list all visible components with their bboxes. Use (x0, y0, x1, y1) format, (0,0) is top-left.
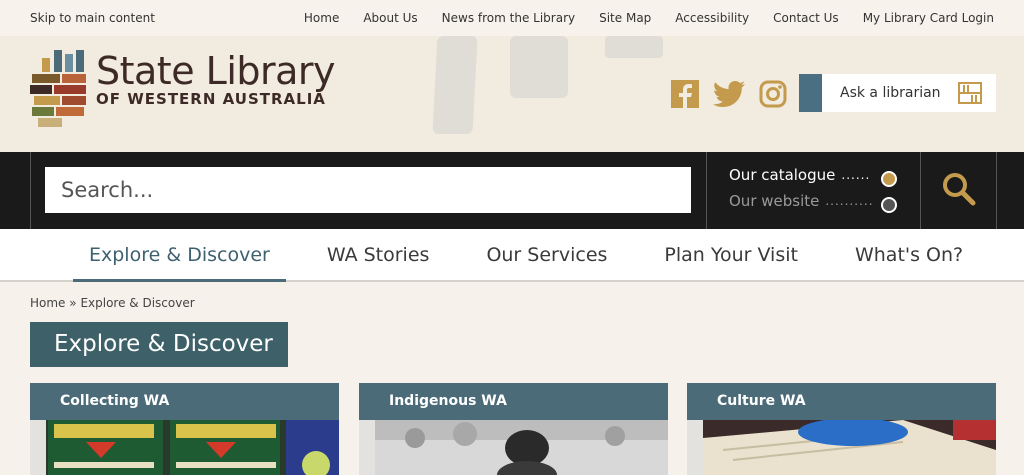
card-title: Collecting WA (46, 383, 339, 420)
divider (996, 152, 997, 229)
nav-whats-on[interactable]: What's On? (839, 229, 979, 282)
search-icon (942, 172, 976, 210)
card-image-photo (375, 420, 668, 475)
social-links (671, 80, 787, 108)
utility-link-login[interactable]: My Library Card Login (863, 11, 994, 25)
nav-our-services[interactable]: Our Services (470, 229, 623, 282)
logo-text: State Library OF WESTERN AUSTRALIA (96, 49, 336, 108)
search-button[interactable] (922, 152, 996, 229)
card-indigenous-wa[interactable]: Indigenous WA (359, 383, 668, 475)
breadcrumb: Home » Explore & Discover (30, 296, 195, 310)
divider (706, 152, 707, 229)
utility-nav: Home About Us News from the Library Site… (280, 11, 994, 25)
page-title: Explore & Discover (30, 322, 288, 367)
breadcrumb-separator: » (69, 296, 77, 310)
logo-subtitle: OF WESTERN AUSTRALIA (96, 90, 326, 108)
divider (30, 152, 31, 229)
card-collecting-wa[interactable]: Collecting WA (30, 383, 339, 475)
scope-website[interactable]: Our website .......... (729, 192, 874, 210)
background-decoration (432, 36, 478, 134)
scope-dots: ...... (841, 168, 871, 182)
ask-accent-bar (799, 74, 822, 112)
scope-website-radio[interactable] (881, 197, 897, 213)
ask-librarian-label: Ask a librarian (840, 85, 941, 101)
card-title: Indigenous WA (375, 383, 668, 420)
skip-link[interactable]: Skip to main content (30, 11, 155, 25)
scope-dots: .......... (825, 194, 874, 208)
background-decoration (605, 36, 663, 58)
search-band: Our catalogue ...... Our website .......… (0, 152, 1024, 229)
card-title: Culture WA (703, 383, 996, 420)
card-accent (687, 383, 703, 420)
ask-librarian-button[interactable]: Ask a librarian (799, 74, 996, 112)
card-accent (30, 383, 46, 420)
card-image-book (703, 418, 996, 475)
utility-link-home[interactable]: Home (304, 11, 339, 25)
twitter-icon[interactable] (713, 80, 745, 108)
site-logo[interactable]: State Library OF WESTERN AUSTRALIA (30, 49, 336, 134)
nav-explore-discover[interactable]: Explore & Discover (73, 229, 286, 282)
bookshelf-icon (958, 82, 982, 104)
utility-link-contact[interactable]: Contact Us (773, 11, 839, 25)
scope-catalogue[interactable]: Our catalogue ...... (729, 166, 870, 184)
logo-mark-icon (30, 50, 88, 134)
scope-catalogue-radio[interactable] (881, 171, 897, 187)
utility-link-about[interactable]: About Us (363, 11, 417, 25)
background-decoration (510, 36, 568, 98)
site-header: State Library OF WESTERN AUSTRALIA Ask a… (0, 36, 1024, 152)
logo-title: State Library (96, 49, 336, 93)
breadcrumb-home[interactable]: Home (30, 296, 65, 310)
main-nav: Explore & Discover WA Stories Our Servic… (0, 229, 1024, 282)
nav-plan-your-visit[interactable]: Plan Your Visit (648, 229, 814, 282)
breadcrumb-current: Explore & Discover (80, 296, 195, 310)
card-culture-wa[interactable]: Culture WA (687, 383, 996, 475)
utility-link-sitemap[interactable]: Site Map (599, 11, 651, 25)
card-accent (359, 383, 375, 420)
instagram-icon[interactable] (759, 80, 787, 108)
scope-catalogue-label: Our catalogue (729, 166, 836, 184)
utility-bar: Skip to main content Home About Us News … (0, 0, 1024, 36)
utility-link-news[interactable]: News from the Library (442, 11, 575, 25)
card-image-juice-labels (46, 420, 339, 475)
utility-link-accessibility[interactable]: Accessibility (675, 11, 749, 25)
scope-website-label: Our website (729, 192, 820, 210)
nav-wa-stories[interactable]: WA Stories (311, 229, 446, 282)
search-input[interactable] (45, 167, 691, 213)
facebook-icon[interactable] (671, 80, 699, 108)
divider (920, 152, 921, 229)
